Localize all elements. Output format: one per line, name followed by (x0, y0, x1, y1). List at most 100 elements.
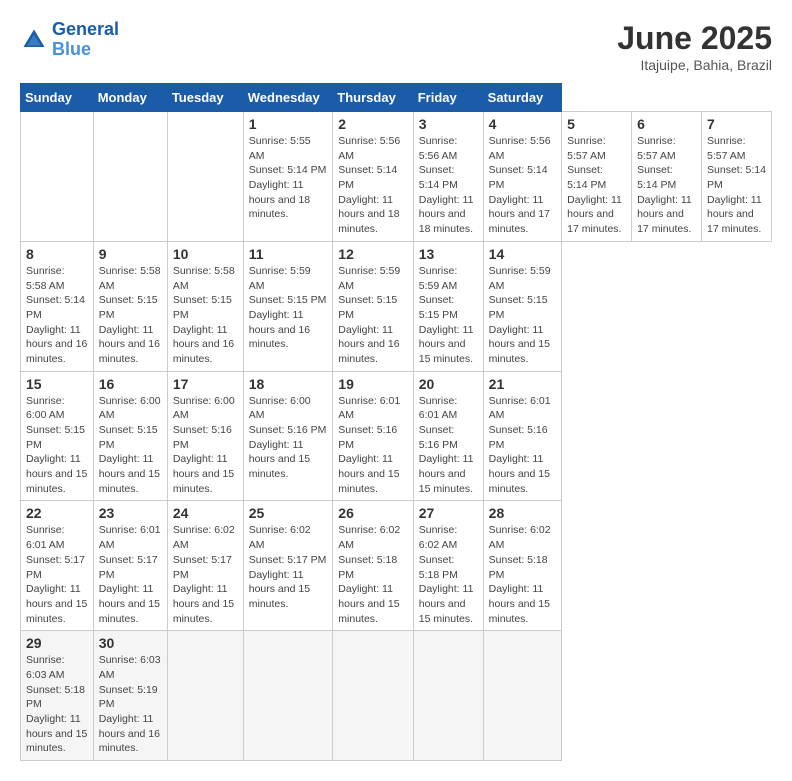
calendar-day-1: 1 Sunrise: 5:55 AMSunset: 5:14 PMDayligh… (243, 112, 333, 242)
day-number: 1 (249, 116, 328, 132)
calendar-day-8: 8 Sunrise: 5:58 AMSunset: 5:14 PMDayligh… (21, 241, 94, 371)
calendar-day-24: 24 Sunrise: 6:02 AMSunset: 5:17 PMDaylig… (167, 501, 243, 631)
day-info: Sunrise: 5:59 AMSunset: 5:15 PMDaylight:… (489, 264, 557, 367)
day-info: Sunrise: 5:59 AMSunset: 5:15 PMDaylight:… (249, 264, 328, 352)
calendar-day-17: 17 Sunrise: 6:00 AMSunset: 5:16 PMDaylig… (167, 371, 243, 501)
day-info: Sunrise: 5:55 AMSunset: 5:14 PMDaylight:… (249, 134, 328, 222)
month-title: June 2025 (617, 20, 772, 57)
calendar-day-22: 22 Sunrise: 6:01 AMSunset: 5:17 PMDaylig… (21, 501, 94, 631)
calendar-day-19: 19 Sunrise: 6:01 AMSunset: 5:16 PMDaylig… (333, 371, 413, 501)
day-info: Sunrise: 6:01 AMSunset: 5:16 PMDaylight:… (338, 394, 407, 497)
day-info: Sunrise: 5:59 AMSunset: 5:15 PMDaylight:… (419, 264, 478, 367)
day-number: 24 (173, 505, 238, 521)
logo: General Blue (20, 20, 119, 60)
calendar-day-6: 6 Sunrise: 5:57 AMSunset: 5:14 PMDayligh… (632, 112, 702, 242)
calendar-empty-cell (243, 631, 333, 761)
day-number: 28 (489, 505, 557, 521)
calendar-empty-cell (93, 112, 167, 242)
day-info: Sunrise: 6:00 AMSunset: 5:15 PMDaylight:… (26, 394, 88, 497)
calendar-day-11: 11 Sunrise: 5:59 AMSunset: 5:15 PMDaylig… (243, 241, 333, 371)
day-number: 22 (26, 505, 88, 521)
calendar-empty-cell (413, 631, 483, 761)
day-info: Sunrise: 6:02 AMSunset: 5:18 PMDaylight:… (489, 523, 557, 626)
calendar-empty-cell (167, 112, 243, 242)
calendar-empty-cell (333, 631, 413, 761)
day-number: 3 (419, 116, 478, 132)
day-info: Sunrise: 6:00 AMSunset: 5:16 PMDaylight:… (249, 394, 328, 482)
calendar-week-1: 1 Sunrise: 5:55 AMSunset: 5:14 PMDayligh… (21, 112, 772, 242)
weekday-header-row: SundayMondayTuesdayWednesdayThursdayFrid… (21, 84, 772, 112)
calendar-day-16: 16 Sunrise: 6:00 AMSunset: 5:15 PMDaylig… (93, 371, 167, 501)
weekday-header-sunday: Sunday (21, 84, 94, 112)
day-number: 13 (419, 246, 478, 262)
day-info: Sunrise: 5:59 AMSunset: 5:15 PMDaylight:… (338, 264, 407, 367)
calendar-day-15: 15 Sunrise: 6:00 AMSunset: 5:15 PMDaylig… (21, 371, 94, 501)
day-number: 10 (173, 246, 238, 262)
day-info: Sunrise: 6:02 AMSunset: 5:18 PMDaylight:… (338, 523, 407, 626)
day-number: 21 (489, 376, 557, 392)
day-number: 5 (567, 116, 626, 132)
calendar-day-4: 4 Sunrise: 5:56 AMSunset: 5:14 PMDayligh… (483, 112, 562, 242)
day-number: 20 (419, 376, 478, 392)
day-number: 23 (99, 505, 162, 521)
calendar-day-29: 29 Sunrise: 6:03 AMSunset: 5:18 PMDaylig… (21, 631, 94, 761)
weekday-header-monday: Monday (93, 84, 167, 112)
day-info: Sunrise: 6:01 AMSunset: 5:16 PMDaylight:… (419, 394, 478, 497)
day-number: 30 (99, 635, 162, 651)
day-number: 17 (173, 376, 238, 392)
day-info: Sunrise: 6:03 AMSunset: 5:19 PMDaylight:… (99, 653, 162, 756)
day-number: 12 (338, 246, 407, 262)
day-info: Sunrise: 6:02 AMSunset: 5:17 PMDaylight:… (173, 523, 238, 626)
day-number: 16 (99, 376, 162, 392)
day-number: 2 (338, 116, 407, 132)
location: Itajuipe, Bahia, Brazil (617, 57, 772, 73)
title-area: June 2025 Itajuipe, Bahia, Brazil (617, 20, 772, 73)
calendar-empty-cell (21, 112, 94, 242)
calendar-week-2: 8 Sunrise: 5:58 AMSunset: 5:14 PMDayligh… (21, 241, 772, 371)
weekday-header-friday: Friday (413, 84, 483, 112)
calendar-day-7: 7 Sunrise: 5:57 AMSunset: 5:14 PMDayligh… (702, 112, 772, 242)
day-number: 8 (26, 246, 88, 262)
calendar-day-21: 21 Sunrise: 6:01 AMSunset: 5:16 PMDaylig… (483, 371, 562, 501)
day-info: Sunrise: 5:58 AMSunset: 5:15 PMDaylight:… (173, 264, 238, 367)
day-number: 9 (99, 246, 162, 262)
calendar-day-5: 5 Sunrise: 5:57 AMSunset: 5:14 PMDayligh… (562, 112, 632, 242)
day-info: Sunrise: 6:02 AMSunset: 5:18 PMDaylight:… (419, 523, 478, 626)
calendar-day-3: 3 Sunrise: 5:56 AMSunset: 5:14 PMDayligh… (413, 112, 483, 242)
logo-text: General Blue (52, 20, 119, 60)
calendar-day-10: 10 Sunrise: 5:58 AMSunset: 5:15 PMDaylig… (167, 241, 243, 371)
calendar-week-5: 29 Sunrise: 6:03 AMSunset: 5:18 PMDaylig… (21, 631, 772, 761)
calendar-table: SundayMondayTuesdayWednesdayThursdayFrid… (20, 83, 772, 761)
day-number: 27 (419, 505, 478, 521)
calendar-day-2: 2 Sunrise: 5:56 AMSunset: 5:14 PMDayligh… (333, 112, 413, 242)
day-number: 4 (489, 116, 557, 132)
day-info: Sunrise: 6:00 AMSunset: 5:16 PMDaylight:… (173, 394, 238, 497)
day-number: 25 (249, 505, 328, 521)
day-info: Sunrise: 5:57 AMSunset: 5:14 PMDaylight:… (637, 134, 696, 237)
calendar-day-27: 27 Sunrise: 6:02 AMSunset: 5:18 PMDaylig… (413, 501, 483, 631)
weekday-header-tuesday: Tuesday (167, 84, 243, 112)
calendar-week-4: 22 Sunrise: 6:01 AMSunset: 5:17 PMDaylig… (21, 501, 772, 631)
day-number: 29 (26, 635, 88, 651)
calendar-day-20: 20 Sunrise: 6:01 AMSunset: 5:16 PMDaylig… (413, 371, 483, 501)
day-info: Sunrise: 6:03 AMSunset: 5:18 PMDaylight:… (26, 653, 88, 756)
day-number: 15 (26, 376, 88, 392)
day-info: Sunrise: 6:01 AMSunset: 5:17 PMDaylight:… (26, 523, 88, 626)
day-info: Sunrise: 5:57 AMSunset: 5:14 PMDaylight:… (707, 134, 766, 237)
calendar-week-3: 15 Sunrise: 6:00 AMSunset: 5:15 PMDaylig… (21, 371, 772, 501)
calendar-day-9: 9 Sunrise: 5:58 AMSunset: 5:15 PMDayligh… (93, 241, 167, 371)
day-info: Sunrise: 6:00 AMSunset: 5:15 PMDaylight:… (99, 394, 162, 497)
weekday-header-wednesday: Wednesday (243, 84, 333, 112)
day-info: Sunrise: 6:01 AMSunset: 5:17 PMDaylight:… (99, 523, 162, 626)
page-header: General Blue June 2025 Itajuipe, Bahia, … (20, 20, 772, 73)
calendar-day-25: 25 Sunrise: 6:02 AMSunset: 5:17 PMDaylig… (243, 501, 333, 631)
calendar-day-18: 18 Sunrise: 6:00 AMSunset: 5:16 PMDaylig… (243, 371, 333, 501)
day-number: 19 (338, 376, 407, 392)
day-info: Sunrise: 5:56 AMSunset: 5:14 PMDaylight:… (419, 134, 478, 237)
calendar-day-26: 26 Sunrise: 6:02 AMSunset: 5:18 PMDaylig… (333, 501, 413, 631)
calendar-day-23: 23 Sunrise: 6:01 AMSunset: 5:17 PMDaylig… (93, 501, 167, 631)
day-info: Sunrise: 6:02 AMSunset: 5:17 PMDaylight:… (249, 523, 328, 611)
weekday-header-thursday: Thursday (333, 84, 413, 112)
day-info: Sunrise: 5:56 AMSunset: 5:14 PMDaylight:… (338, 134, 407, 237)
calendar-day-14: 14 Sunrise: 5:59 AMSunset: 5:15 PMDaylig… (483, 241, 562, 371)
